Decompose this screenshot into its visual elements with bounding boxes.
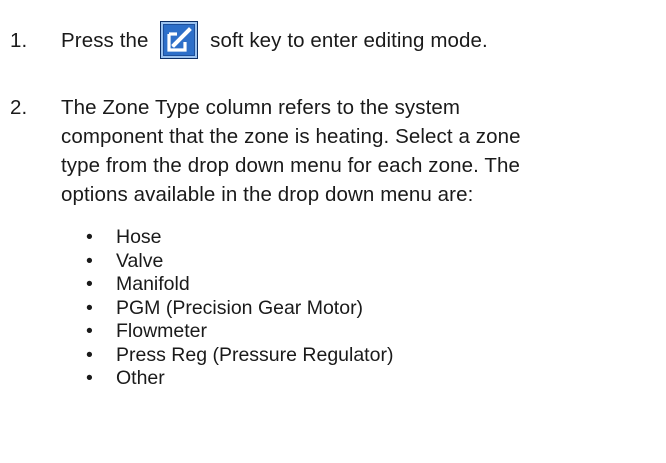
step-text-line: component that the zone is heating. Sele…: [61, 125, 521, 148]
step-text-line: type from the drop down menu for each zo…: [61, 154, 521, 177]
list-item-label: Other: [116, 367, 165, 389]
list-item: • Valve: [0, 250, 666, 274]
step-text-before-icon: Press the: [61, 29, 149, 52]
instruction-document: 1. Press the soft key to enter editing m…: [0, 0, 666, 463]
step-text: The Zone Type column refers to the syste…: [61, 93, 666, 209]
step-text: Press the soft key to enter editing mode…: [61, 20, 666, 59]
step-text-line: The Zone Type column refers to the syste…: [61, 96, 461, 119]
zone-type-options-list: • Hose • Valve • Manifold • PGM (Precisi…: [0, 226, 666, 391]
list-item-label: Flowmeter: [116, 320, 208, 342]
bullet-icon: •: [86, 320, 93, 342]
list-item: • Flowmeter: [0, 320, 666, 344]
list-item: • PGM (Precision Gear Motor): [0, 297, 666, 321]
bullet-icon: •: [86, 296, 93, 319]
list-item: • Press Reg (Pressure Regulator): [0, 344, 666, 368]
bullet-icon: •: [86, 343, 93, 366]
step-number: 2.: [10, 96, 28, 119]
step-text-after-icon: soft key to enter editing mode.: [210, 29, 488, 52]
edit-pencil-box-icon: [167, 26, 193, 52]
list-item: • Manifold: [0, 273, 666, 297]
step-text-line: options available in the drop down menu …: [61, 183, 474, 206]
list-item-label: Hose: [116, 226, 162, 248]
list-item-label: Manifold: [116, 273, 190, 295]
list-item-label: Press Reg (Pressure Regulator): [116, 343, 394, 366]
list-item: • Other: [0, 367, 666, 391]
bullet-icon: •: [86, 367, 93, 389]
edit-softkey-icon: [160, 20, 199, 59]
list-item: • Hose: [0, 226, 666, 250]
bullet-icon: •: [86, 249, 93, 272]
list-item-label: PGM (Precision Gear Motor): [116, 296, 364, 319]
list-item-label: Valve: [116, 249, 164, 272]
step-number: 1.: [10, 29, 28, 52]
bullet-icon: •: [86, 226, 93, 248]
bullet-icon: •: [86, 273, 93, 295]
